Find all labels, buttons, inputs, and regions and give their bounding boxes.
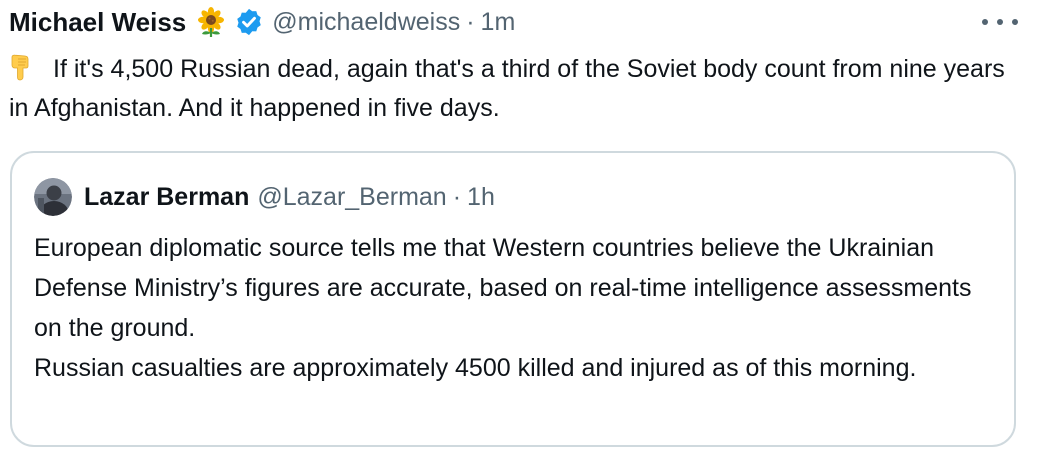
more-dot — [1012, 19, 1018, 25]
avatar[interactable] — [34, 178, 72, 216]
author-name[interactable]: Michael Weiss — [9, 7, 186, 38]
more-dot — [997, 19, 1003, 25]
quoted-tweet-header: Lazar Berman @Lazar_Berman · 1h — [34, 177, 495, 217]
separator-dot: · — [466, 7, 475, 36]
tweet[interactable]: Michael Weiss @michaeldweiss · 1m If it'… — [0, 0, 1038, 456]
quoted-paragraph: European diplomatic source tells me that… — [34, 234, 972, 342]
tweet-text: If it's 4,500 Russian dead, again that's… — [9, 50, 1019, 128]
quoted-tweet-text: European diplomatic source tells me that… — [34, 228, 999, 388]
verified-badge-icon — [237, 8, 262, 36]
more-dot — [982, 19, 988, 25]
quoted-paragraph: Russian casualties are approximately 450… — [34, 354, 917, 382]
quoted-author-handle: @Lazar_Berman — [257, 182, 447, 211]
tweet-timestamp[interactable]: 1m — [481, 8, 516, 37]
tweet-text-content: If it's 4,500 Russian dead, again that's… — [9, 55, 1005, 122]
author-handle[interactable]: @michaeldweiss — [272, 8, 460, 37]
quoted-tweet[interactable]: Lazar Berman @Lazar_Berman · 1h European… — [10, 151, 1016, 447]
tweet-header: Michael Weiss @michaeldweiss · 1m — [9, 6, 515, 38]
quoted-author-name: Lazar Berman — [84, 182, 250, 211]
sunflower-icon — [198, 7, 225, 37]
more-options-icon[interactable] — [982, 12, 1018, 32]
pointing-down-hand-icon — [11, 54, 29, 81]
quoted-tweet-timestamp: 1h — [467, 182, 495, 211]
separator-dot: · — [452, 182, 462, 211]
